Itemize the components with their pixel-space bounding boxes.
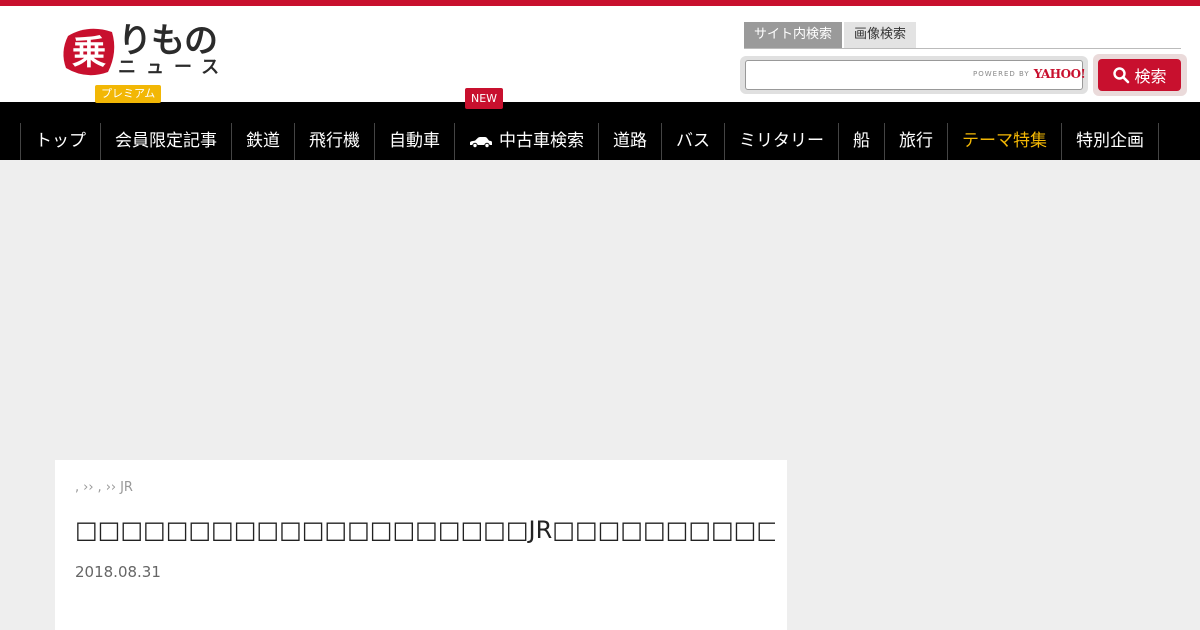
nav-item-label: 船 xyxy=(853,131,870,151)
search-tabs-divider xyxy=(744,48,1181,49)
nav-item-theme-feature[interactable]: テーマ特集 xyxy=(948,123,1062,160)
nav-item-bus[interactable]: バス xyxy=(662,123,725,160)
nav-item-label: 鉄道 xyxy=(246,131,280,151)
nav-item-ship[interactable]: 船 xyxy=(839,123,885,160)
nav-item-travel[interactable]: 旅行 xyxy=(885,123,948,160)
breadcrumb: , ›› , ›› JR xyxy=(75,480,133,495)
nav-item-label: ミリタリー xyxy=(739,131,824,151)
nav-item-label: 会員限定記事 xyxy=(115,131,217,151)
breadcrumb-item[interactable]: , xyxy=(75,480,79,495)
nav-item-aircraft[interactable]: 飛行機 xyxy=(295,123,375,160)
article-card: , ›› , ›› JR □□□□□□□□□□□□□□□□□□□□JR□□□□□… xyxy=(55,460,787,630)
nav-item-label: 中古車検索 xyxy=(499,131,584,151)
nav-item-roads[interactable]: 道路 xyxy=(599,123,662,160)
search-button[interactable]: 検索 xyxy=(1098,59,1181,91)
nav-item-label: 道路 xyxy=(613,131,647,151)
search-icon xyxy=(1113,67,1130,84)
nav-item-automobile[interactable]: 自動車 xyxy=(375,123,455,160)
nav-item-special-project[interactable]: 特別企画 xyxy=(1062,123,1159,160)
nav-item-top[interactable]: トップ xyxy=(21,123,101,160)
site-header: 乗 りもの ニュース サイト内検索 画像検索 POWERED BY YAHOO!… xyxy=(0,6,1200,102)
car-icon xyxy=(470,136,492,148)
breadcrumb-item[interactable]: , xyxy=(98,480,102,495)
nav-item-label: 自動車 xyxy=(389,131,440,151)
main-nav: トップ 会員限定記事 鉄道 飛行機 自動車 中古車検索 道路 バス ミリタリー … xyxy=(0,102,1200,160)
nav-item-label: バス xyxy=(676,131,710,151)
article-date: 2018.08.31 xyxy=(75,563,161,581)
search-box: POWERED BY YAHOO! xyxy=(740,56,1088,94)
breadcrumb-separator: ›› xyxy=(105,480,117,495)
nav-item-military[interactable]: ミリタリー xyxy=(725,123,839,160)
tab-image-search[interactable]: 画像検索 xyxy=(844,22,917,48)
search-input[interactable] xyxy=(745,60,1083,90)
search-button-wrap: 検索 xyxy=(1093,54,1187,96)
tab-site-search[interactable]: サイト内検索 xyxy=(744,22,843,48)
logo-text-top: りもの xyxy=(118,21,218,61)
breadcrumb-separator: ›› xyxy=(83,480,94,495)
logo-mark-icon: 乗 xyxy=(63,28,115,76)
site-logo[interactable]: 乗 りもの ニュース xyxy=(60,22,230,84)
breadcrumb-item[interactable]: JR xyxy=(120,480,133,495)
search-button-label: 検索 xyxy=(1134,67,1167,86)
nav-item-label: 旅行 xyxy=(899,131,933,151)
nav-item-used-car-search[interactable]: 中古車検索 xyxy=(455,123,599,160)
nav-item-railway[interactable]: 鉄道 xyxy=(232,123,295,160)
logo-text-bottom: ニュース xyxy=(118,57,230,78)
nav-item-label: 特別企画 xyxy=(1076,131,1144,151)
nav-item-members-only[interactable]: 会員限定記事 xyxy=(101,123,232,160)
premium-badge: プレミアム xyxy=(95,85,162,103)
logo-kanji: 乗 xyxy=(72,33,106,73)
ad-placeholder xyxy=(0,160,1200,460)
search-tabs: サイト内検索 画像検索 xyxy=(744,22,917,48)
new-badge: NEW xyxy=(465,88,503,109)
nav-item-label: テーマ特集 xyxy=(962,131,1047,151)
nav-item-label: 飛行機 xyxy=(309,131,360,151)
article-title: □□□□□□□□□□□□□□□□□□□□JR□□□□□□□□□□□□□□□□□□… xyxy=(75,516,775,544)
nav-list: トップ 会員限定記事 鉄道 飛行機 自動車 中古車検索 道路 バス ミリタリー … xyxy=(20,123,1159,160)
nav-item-label: トップ xyxy=(35,131,86,151)
